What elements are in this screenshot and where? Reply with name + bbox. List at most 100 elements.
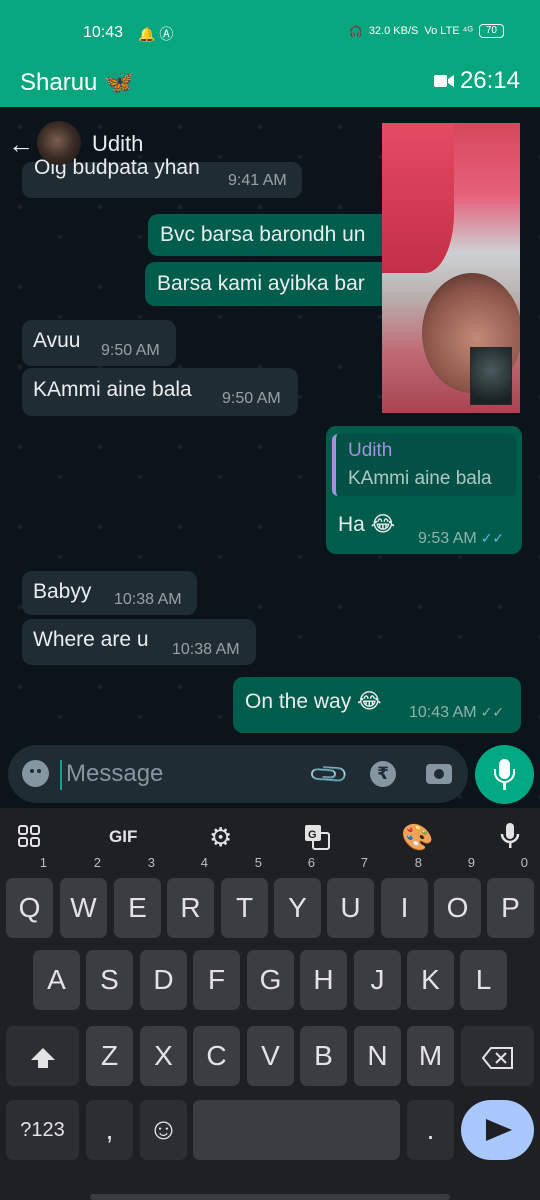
key-q[interactable]: 1Q <box>6 856 53 938</box>
key-label: I <box>400 892 409 923</box>
key-w[interactable]: 2W <box>60 856 107 938</box>
key-f[interactable]: F <box>193 950 240 1010</box>
message-text: Avuu <box>33 329 81 352</box>
arrow-left-icon[interactable]: ← <box>8 129 34 160</box>
paperclip-icon[interactable]: 📎 <box>307 752 352 797</box>
key-e[interactable]: 3E <box>114 856 161 938</box>
message-time: 9:50 AM <box>222 390 281 407</box>
send-icon[interactable] <box>461 1100 534 1160</box>
message-bubble[interactable]: Babyy 10:38 AM <box>22 571 197 615</box>
gear-icon[interactable]: ⚙ <box>209 822 232 853</box>
key-k[interactable]: K <box>407 950 454 1010</box>
chat-area[interactable]: Oig budpata yhan 9:41 AM Bvc barsa baron… <box>0 107 540 807</box>
keyboard: GIF ⚙ G 🎨 1Q 2W 3E 4R 5T 6Y 7U 8I 9O 0P … <box>0 808 540 1200</box>
key-a[interactable]: A <box>33 950 80 1010</box>
key-hint: 2 <box>93 855 101 870</box>
message-text: Bvc barsa barondh un <box>160 223 366 246</box>
message-text: On the way 😂 <box>245 690 382 713</box>
translate-icon[interactable]: G <box>304 824 330 856</box>
headphones-icon: 🎧 <box>349 25 363 38</box>
message-input[interactable] <box>66 757 296 791</box>
rupee-payment-icon[interactable]: ₹ <box>370 761 396 787</box>
status-time: 10:43 <box>83 24 124 41</box>
voice-record-button[interactable] <box>475 745 534 804</box>
comma-key[interactable]: , <box>86 1100 133 1160</box>
microphone-leg <box>503 783 506 790</box>
gif-button[interactable]: GIF <box>109 827 137 847</box>
key-label: Y <box>288 892 307 923</box>
key-hint: 6 <box>307 855 315 870</box>
call-timer-value: 26:14 <box>459 67 520 94</box>
key-label: O <box>446 892 469 923</box>
key-g[interactable]: G <box>247 950 294 1010</box>
backspace-key[interactable] <box>461 1026 534 1086</box>
message-time-value: 9:53 AM <box>418 530 477 547</box>
avatar[interactable] <box>37 121 81 165</box>
key-hint: 4 <box>200 855 208 870</box>
key-z[interactable]: Z <box>86 1026 133 1086</box>
keyboard-toolbar: GIF ⚙ G 🎨 <box>0 808 540 866</box>
status-right: 🎧 32.0 KB/S Vo LTE ⁴ᴳ 70 <box>349 24 504 38</box>
shift-key[interactable] <box>6 1026 79 1086</box>
camera-icon[interactable] <box>426 764 452 784</box>
reply-message-bubble[interactable]: Udith KAmmi aine bala Ha 😂 9:53 AM ✓✓ <box>326 426 522 554</box>
key-r[interactable]: 4R <box>167 856 214 938</box>
key-label: R <box>180 892 201 923</box>
key-n[interactable]: N <box>354 1026 401 1086</box>
key-m[interactable]: M <box>407 1026 454 1086</box>
space-key[interactable] <box>193 1100 400 1160</box>
svg-text:G: G <box>308 829 317 841</box>
message-bubble[interactable]: On the way 😂 10:43 AM ✓✓ <box>233 677 521 733</box>
notification-icons: 🔔 Ⓐ <box>138 26 174 42</box>
message-bubble[interactable]: Where are u 10:38 AM <box>22 619 256 665</box>
message-time: 9:50 AM <box>101 342 160 359</box>
contact-name[interactable]: Udith <box>92 131 143 157</box>
call-contact-name: Sharuu 🦋 <box>20 69 134 96</box>
message-time: 10:43 AM ✓✓ <box>409 704 504 722</box>
quote-author: Udith <box>348 440 393 461</box>
backspace-icon <box>481 1046 513 1069</box>
key-v[interactable]: V <box>247 1026 294 1086</box>
key-c[interactable]: C <box>193 1026 240 1086</box>
message-text: KAmmi aine bala <box>33 378 192 401</box>
status-bar: 10:43 🔔 Ⓐ 🎧 32.0 KB/S Vo LTE ⁴ᴳ 70 <box>0 0 540 56</box>
emoji-icon[interactable] <box>22 760 49 787</box>
key-o[interactable]: 9O <box>434 856 481 938</box>
key-d[interactable]: D <box>140 950 187 1010</box>
key-label: U <box>340 892 361 923</box>
key-i[interactable]: 8I <box>381 856 428 938</box>
palette-icon[interactable]: 🎨 <box>401 822 433 853</box>
delivered-ticks-icon: ✓✓ <box>480 704 505 720</box>
message-bubble[interactable]: KAmmi aine bala 9:50 AM <box>22 368 298 416</box>
key-h[interactable]: H <box>300 950 347 1010</box>
key-label: E <box>128 892 147 923</box>
message-text: Where are u <box>33 628 149 651</box>
emoji-key[interactable]: ☺ <box>140 1100 187 1160</box>
key-label: P <box>501 892 520 923</box>
microphone-icon[interactable] <box>499 822 521 856</box>
read-ticks-icon: ✓✓ <box>480 530 505 546</box>
key-x[interactable]: X <box>140 1026 187 1086</box>
key-u[interactable]: 7U <box>327 856 374 938</box>
key-t[interactable]: 5T <box>221 856 268 938</box>
key-b[interactable]: B <box>300 1026 347 1086</box>
apps-grid-icon[interactable] <box>18 825 40 853</box>
ongoing-call-banner[interactable]: Sharuu 🦋 26:14 <box>0 56 540 107</box>
key-j[interactable]: J <box>354 950 401 1010</box>
message-time: 9:53 AM ✓✓ <box>418 530 504 548</box>
symbols-key[interactable]: ?123 <box>6 1100 79 1160</box>
message-compose-bar: 📎 ₹ <box>8 745 468 803</box>
gesture-bar <box>90 1194 450 1200</box>
message-bubble[interactable]: Barsa kami ayibka bar <box>145 262 405 306</box>
network-speed: 32.0 KB/S <box>368 25 419 37</box>
message-bubble[interactable]: Avuu 9:50 AM <box>22 320 176 366</box>
key-s[interactable]: S <box>86 950 133 1010</box>
key-y[interactable]: 6Y <box>274 856 321 938</box>
message-text: Babyy <box>33 580 92 603</box>
quoted-message[interactable]: Udith KAmmi aine bala <box>332 434 516 496</box>
message-time: 10:38 AM <box>172 641 240 658</box>
period-key[interactable]: . <box>407 1100 454 1160</box>
key-p[interactable]: 0P <box>487 856 534 938</box>
message-bubble[interactable]: Bvc barsa barondh un <box>148 214 408 256</box>
key-l[interactable]: L <box>460 950 507 1010</box>
